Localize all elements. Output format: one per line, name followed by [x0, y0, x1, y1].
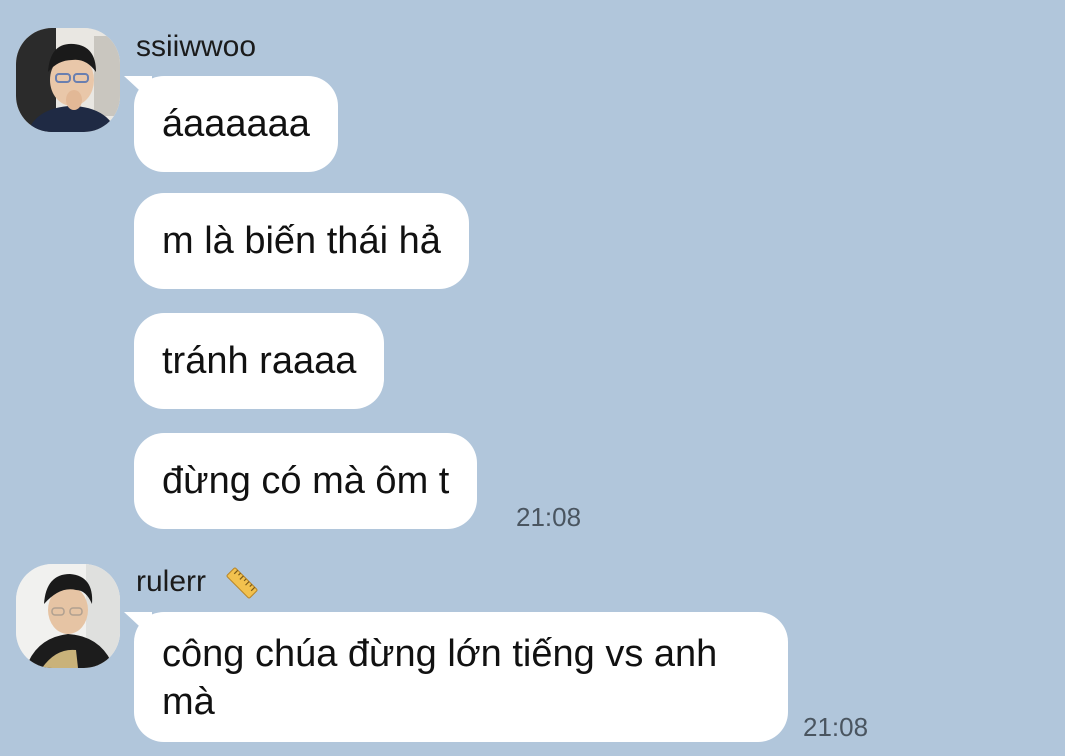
- avatar-image: [16, 28, 120, 132]
- sender-name: ssiiwwoo: [136, 30, 257, 63]
- message-text: tránh raaaa: [162, 340, 357, 382]
- avatar-rulerr[interactable]: [16, 564, 120, 668]
- message-text: đừng có mà ôm t: [162, 460, 450, 502]
- avatar-ssiiwwoo[interactable]: [16, 28, 120, 132]
- message-bubble[interactable]: m là biến thái hả: [134, 193, 469, 289]
- ruler-icon: [224, 565, 260, 601]
- message-text: m là biến thái hả: [162, 220, 441, 262]
- message-bubble[interactable]: áaaaaaa: [134, 76, 338, 172]
- message-timestamp: 21:08: [803, 712, 869, 742]
- sender-name: rulerr: [136, 564, 260, 601]
- message-text: áaaaaaa: [162, 103, 310, 145]
- message-bubble[interactable]: công chúa đừng lớn tiếng vs anh mà: [134, 612, 788, 742]
- message-timestamp: 21:08: [516, 502, 582, 532]
- avatar-image: [16, 564, 120, 668]
- message-bubble[interactable]: đừng có mà ôm t: [134, 433, 478, 529]
- message-bubble[interactable]: tránh raaaa: [134, 313, 385, 409]
- message-text: công chúa đừng lớn tiếng vs anh mà: [162, 633, 718, 723]
- sender-name-text: rulerr: [136, 565, 207, 598]
